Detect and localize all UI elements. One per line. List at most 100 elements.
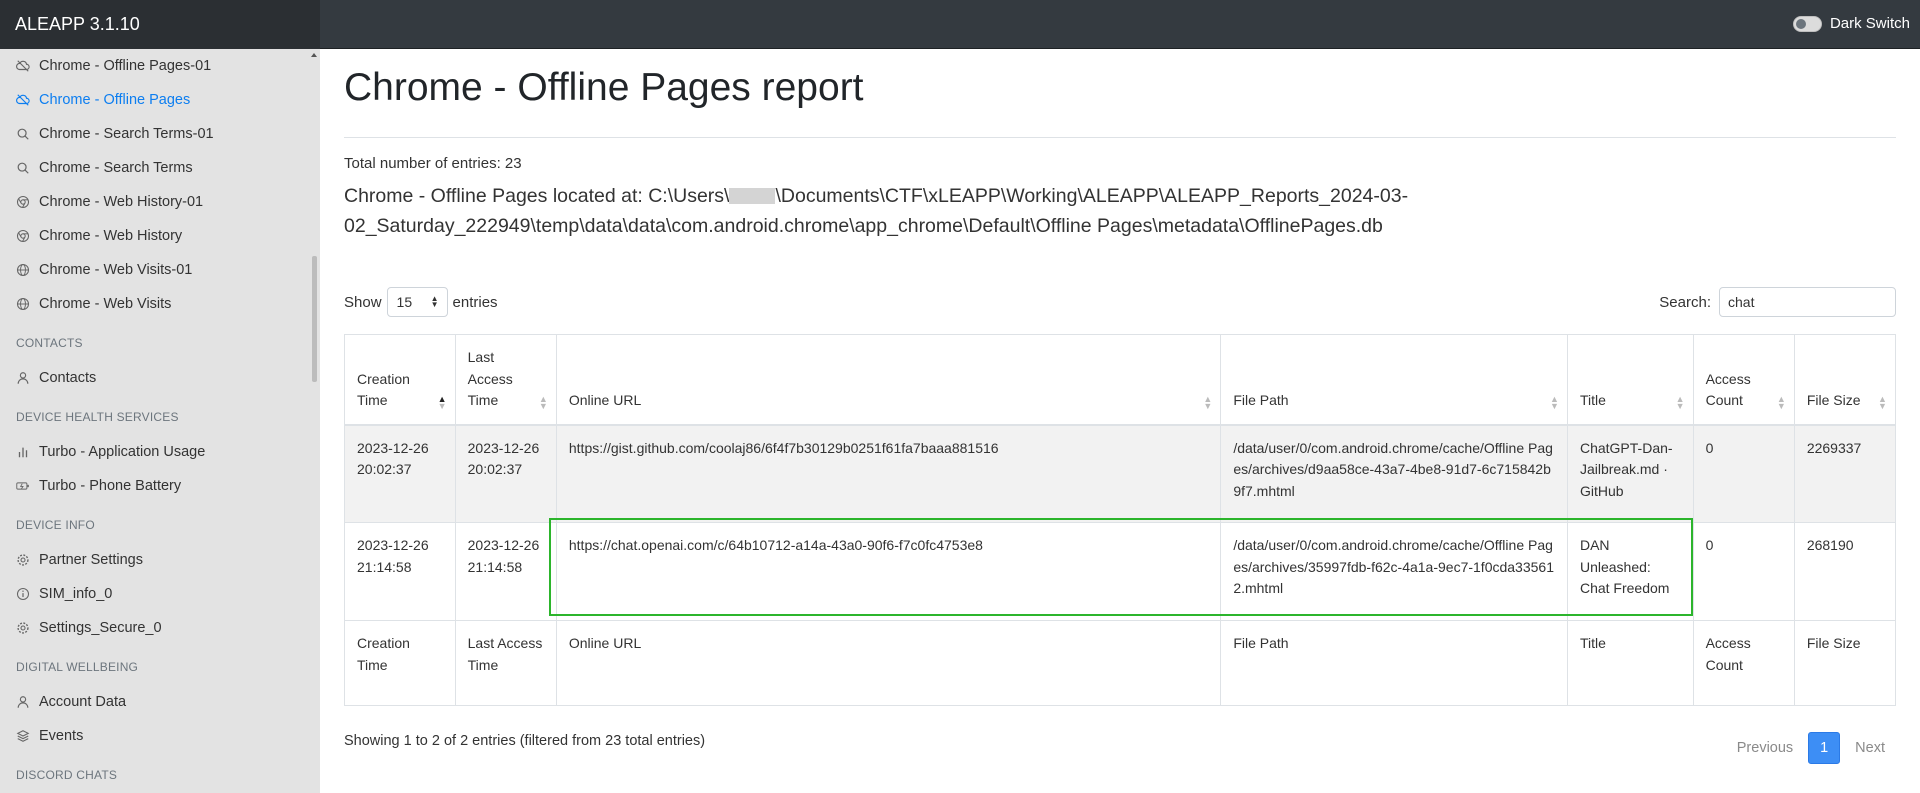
table-cell-online-url[interactable]: https://gist.github.com/coolaj86/6f4f7b3…: [555, 424, 1222, 523]
column-footer-online-url: Online URL: [555, 620, 1222, 706]
settings-icon: [16, 621, 30, 635]
globe-icon: [16, 297, 30, 311]
sidebar-item-label: SIM_info_0: [39, 586, 113, 602]
scrollbar-thumb[interactable]: [312, 256, 317, 382]
table-row: 2023-12-26 20:02:37 2023-12-26 20:02:37 ht…: [344, 424, 1897, 523]
column-header-creation-time[interactable]: Creation Time ▲ ▼: [344, 334, 456, 426]
sidebar-item-label: Chrome - Offline Pages-01: [39, 58, 212, 74]
column-footer-file-size: File Size: [1793, 620, 1897, 706]
sidebar-item-account-data[interactable]: Account Data: [0, 685, 320, 719]
previous-button[interactable]: Previous: [1726, 740, 1804, 756]
search-input[interactable]: [1719, 287, 1896, 317]
search-icon: [16, 161, 30, 175]
location-prefix: Chrome - Offline Pages located at: C:\Us…: [344, 185, 730, 207]
sidebar-item-label: Settings_Secure_0: [39, 620, 162, 636]
column-header-label: Access Count: [1705, 370, 1751, 409]
next-button[interactable]: Next: [1844, 740, 1896, 756]
sidebar-item-turbo-phone-battery[interactable]: Turbo - Phone Battery: [0, 469, 320, 503]
column-footer-access-count: Access Count: [1692, 620, 1795, 706]
sidebar-item-label: Chrome - Offline Pages: [39, 92, 191, 108]
column-header-label: Creation Time: [357, 370, 410, 409]
source-location: Chrome - Offline Pages located at: C:\Us…: [344, 181, 1764, 241]
info-icon: [16, 587, 30, 601]
sidebar-item-sim-info-0[interactable]: SIM_info_0: [0, 577, 320, 611]
sidebar-item-turbo-application-usage[interactable]: Turbo - Application Usage: [0, 435, 320, 469]
sidebar-item-label: Turbo - Phone Battery: [39, 478, 182, 494]
dark-switch[interactable]: Dark Switch: [1792, 15, 1910, 32]
divider: [344, 137, 1896, 138]
column-header-file-path[interactable]: File Path ▲ ▼: [1220, 334, 1568, 426]
bar-chart-icon: [16, 445, 30, 459]
toggle-icon[interactable]: [1792, 15, 1822, 32]
sidebar-item-chrome-web-history-01[interactable]: Chrome - Web History-01: [0, 185, 320, 219]
sidebar-item-chrome-web-visits-01[interactable]: Chrome - Web Visits-01: [0, 253, 320, 287]
layers-icon: [16, 729, 30, 743]
table-cell-access-count: 0: [1692, 522, 1795, 621]
search-label: Search:: [1659, 293, 1711, 311]
sidebar-item-label: Chrome - Search Terms-01: [39, 126, 214, 142]
sidebar-section-header: DIGITAL WELLBEING: [16, 660, 139, 674]
table-cell-creation-time: 2023-12-26 21:14:58: [344, 522, 456, 621]
chrome-icon: [16, 229, 30, 243]
table-cell-creation-time: 2023-12-26 20:02:37: [344, 424, 456, 523]
column-footer-creation-time: Creation Time: [344, 620, 456, 706]
battery-charging-icon: [16, 479, 30, 493]
search-icon: [16, 127, 30, 141]
sidebar-item-label: Events: [39, 728, 84, 744]
sort-icon: ▲ ▼: [1203, 393, 1213, 411]
column-header-online-url[interactable]: Online URL ▲ ▼: [555, 334, 1222, 426]
column-header-label: Title: [1579, 392, 1606, 408]
sidebar-item-chrome-web-history[interactable]: Chrome - Web History: [0, 219, 320, 253]
column-header-access-count[interactable]: Access Count ▲ ▼: [1692, 334, 1795, 426]
sidebar-item-chrome-search-terms-01[interactable]: Chrome - Search Terms-01: [0, 117, 320, 151]
table-cell-title: ChatGPT-Dan-Jailbreak.md · GitHub: [1566, 424, 1694, 523]
sidebar-item-label: Partner Settings: [39, 552, 143, 568]
sort-icon: ▲ ▼: [1776, 393, 1786, 411]
sidebar-item-contacts[interactable]: Contacts: [0, 361, 320, 395]
sidebar-section-header: DEVICE INFO: [16, 518, 95, 532]
table-cell-last-access-time: 2023-12-26 21:14:58: [454, 522, 557, 621]
sidebar-item-chrome-offline-pages-01[interactable]: Chrome - Offline Pages-01: [0, 49, 320, 83]
cloud-off-icon: [16, 93, 30, 107]
table-cell-online-url[interactable]: https://chat.openai.com/c/64b10712-a14a-…: [555, 522, 1222, 621]
sidebar-item-label: Chrome - Web History-01: [39, 194, 204, 210]
column-footer-last-access-time: Last Access Time: [454, 620, 557, 706]
page-length-select[interactable]: 15 ▲ ▼: [386, 287, 448, 317]
sidebar-item-chrome-web-visits[interactable]: Chrome - Web Visits: [0, 287, 320, 321]
sidebar-item-chrome-search-terms[interactable]: Chrome - Search Terms: [0, 151, 320, 185]
sidebar-item-label: Chrome - Web Visits-01: [39, 262, 193, 278]
column-header-title[interactable]: Title ▲ ▼: [1566, 334, 1694, 426]
sidebar-item-label: Chrome - Web History: [39, 228, 183, 244]
sidebar-item-label: Account Data: [39, 694, 127, 710]
table-info: Showing 1 to 2 of 2 entries (filtered fr…: [344, 733, 706, 749]
user-icon: [16, 695, 30, 709]
sidebar-section-header: CONTACTS: [16, 336, 83, 350]
dark-switch-label: Dark Switch: [1829, 15, 1910, 32]
show-label: Show: [344, 293, 382, 311]
sidebar-item-chrome-offline-pages[interactable]: Chrome - Offline Pages: [0, 83, 320, 117]
table-search: Search:: [1659, 287, 1896, 317]
redaction-box: [729, 188, 776, 204]
sidebar-scrollbar[interactable]: [309, 49, 320, 793]
sidebar-item-label: Chrome - Search Terms: [39, 160, 193, 176]
column-header-last-access-time[interactable]: Last Access Time ▲ ▼: [454, 334, 557, 426]
column-footer-file-path: File Path: [1220, 620, 1568, 706]
sidebar-item-partner-settings[interactable]: Partner Settings: [0, 543, 320, 577]
table-cell-access-count: 0: [1692, 424, 1795, 523]
pagination: Previous 1 Next: [1726, 732, 1896, 764]
sidebar-item-settings-secure-0[interactable]: Settings_Secure_0: [0, 611, 320, 645]
sort-icon: ▲ ▼: [1878, 393, 1887, 411]
table-cell-file-size: 268190: [1793, 522, 1897, 621]
column-header-label: Last Access Time: [467, 349, 513, 408]
app-title[interactable]: ALEAPP 3.1.10: [0, 0, 320, 49]
scroll-up-icon[interactable]: [311, 53, 317, 57]
sidebar-item-events[interactable]: Events: [0, 719, 320, 753]
table-cell-file-path: /data/user/0/com.android.chrome/cache/Of…: [1220, 522, 1568, 621]
top-navbar: ALEAPP 3.1.10 Dark Switch: [0, 0, 1920, 49]
table-cell-title: DAN Unleashed: Chat Freedom: [1566, 522, 1694, 621]
table-cell-file-path: /data/user/0/com.android.chrome/cache/Of…: [1220, 424, 1568, 523]
column-header-file-size[interactable]: File Size ▲ ▼: [1793, 334, 1897, 426]
report-table: Creation Time ▲ ▼ Last Access Time ▲ ▼ Online …: [344, 334, 1897, 706]
globe-icon: [16, 263, 30, 277]
page-1-button[interactable]: 1: [1808, 732, 1841, 764]
